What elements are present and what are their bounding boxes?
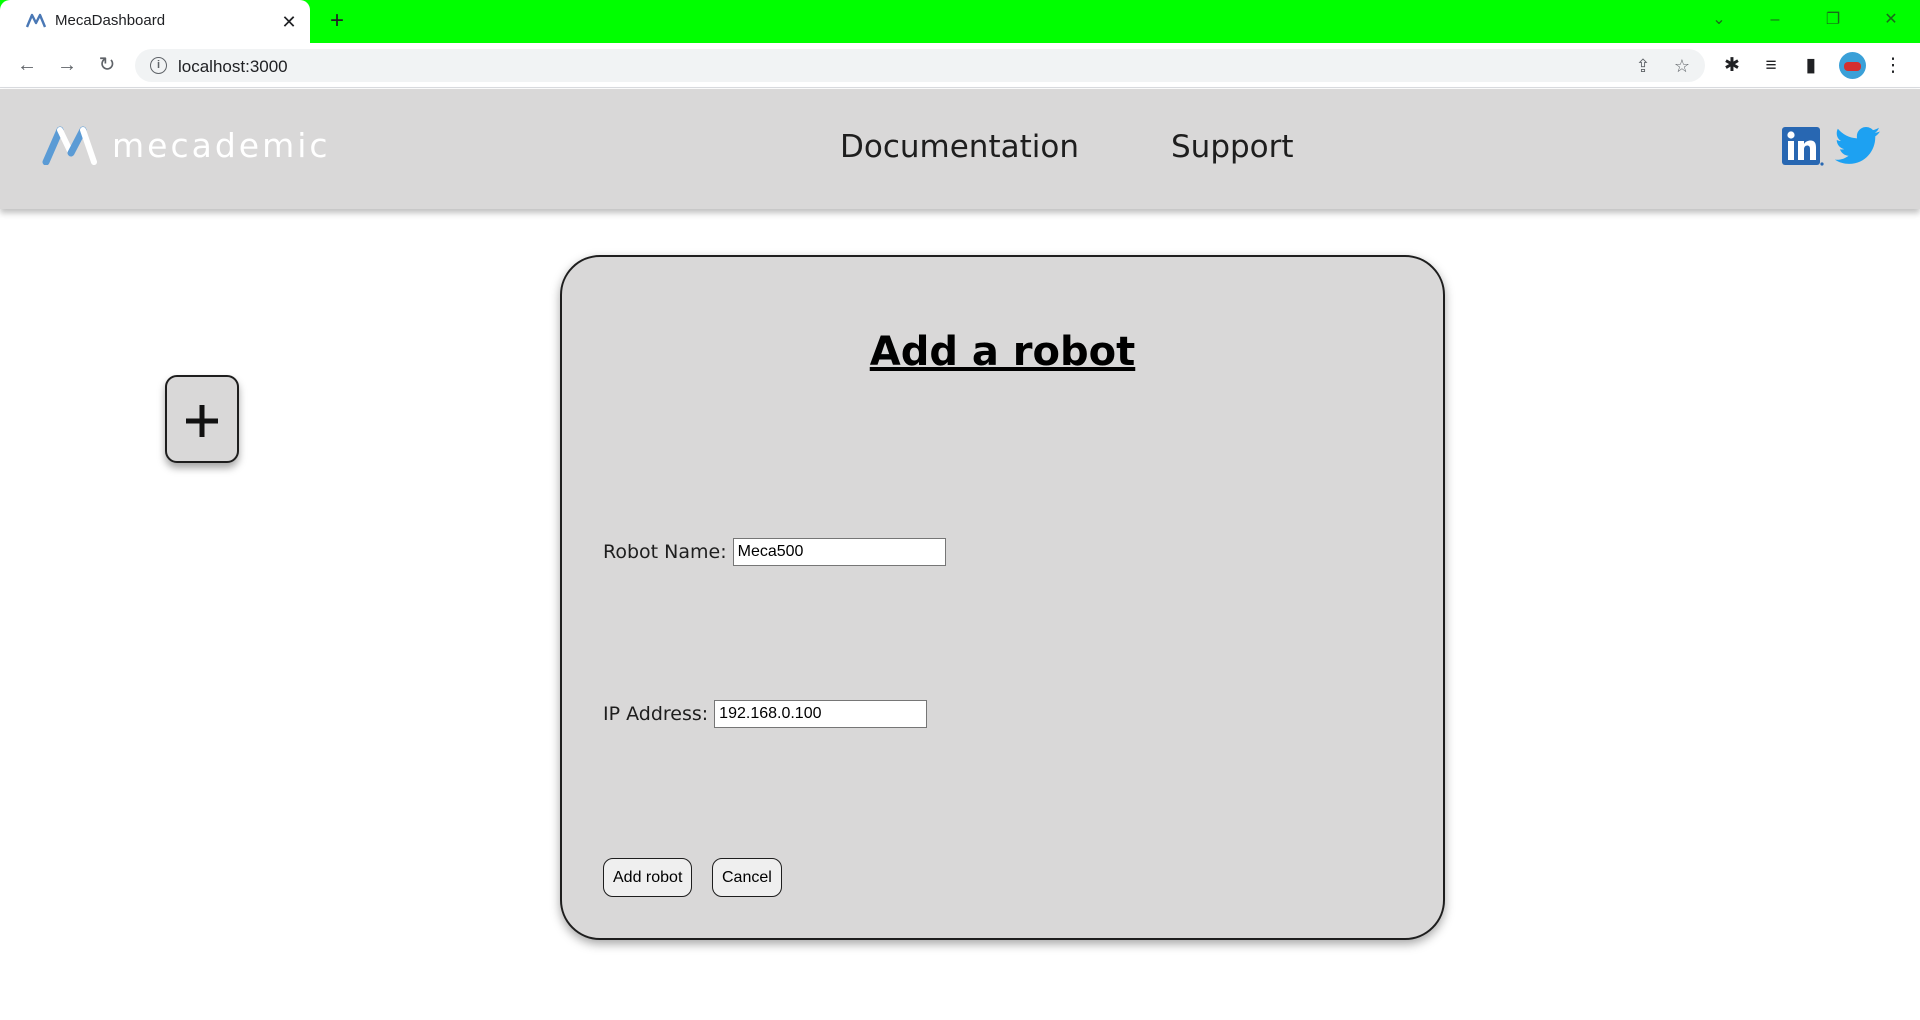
dialog-title: Add a robot bbox=[869, 329, 1136, 375]
robot-name-row: Robot Name: bbox=[603, 538, 946, 566]
add-robot-tile[interactable] bbox=[165, 375, 239, 463]
plus-icon bbox=[186, 405, 218, 437]
extensions-icon[interactable]: ✱ bbox=[1719, 53, 1745, 79]
forward-arrow-icon[interactable]: → bbox=[54, 52, 80, 78]
site-info-icon[interactable]: i bbox=[150, 57, 167, 74]
logo-wordmark: mecademic bbox=[112, 125, 331, 165]
browser-tab[interactable]: MecaDashboard ✕ bbox=[0, 0, 310, 43]
mecademic-favicon-icon bbox=[25, 13, 47, 28]
address-bar[interactable]: i localhost:3000 ⇪ ☆ bbox=[135, 49, 1705, 82]
ip-address-label: IP Address: bbox=[603, 703, 709, 725]
tab-close-icon[interactable]: ✕ bbox=[278, 11, 300, 33]
cancel-button[interactable]: Cancel bbox=[712, 858, 782, 897]
window-close-icon[interactable]: ✕ bbox=[1876, 8, 1906, 32]
mecademic-logo-icon bbox=[42, 126, 97, 165]
new-tab-button[interactable]: + bbox=[325, 9, 349, 34]
reload-icon[interactable]: ↻ bbox=[94, 52, 120, 78]
mecademic-logo[interactable]: mecademic bbox=[42, 125, 331, 165]
tab-search-icon[interactable]: ⌄ bbox=[1704, 8, 1734, 32]
side-panel-icon[interactable]: ▮ bbox=[1798, 53, 1824, 79]
nav-documentation[interactable]: Documentation bbox=[840, 129, 1079, 165]
browser-tab-strip: MecaDashboard ✕ + ⌄ – ❐ ✕ bbox=[0, 0, 1920, 43]
app-header: mecademic Documentation Support bbox=[0, 89, 1920, 209]
restore-icon[interactable]: ❐ bbox=[1818, 8, 1848, 32]
twitter-icon[interactable] bbox=[1835, 125, 1881, 167]
add-robot-button[interactable]: Add robot bbox=[603, 858, 693, 897]
robot-name-label: Robot Name: bbox=[603, 541, 727, 563]
media-control-icon[interactable]: ≡ bbox=[1758, 53, 1784, 79]
browser-toolbar: ← → ↻ i localhost:3000 ⇪ ☆ ✱ ≡ ▮ ⋮ bbox=[0, 43, 1920, 88]
add-robot-dialog: Add a robot Robot Name: IP Address: Add … bbox=[560, 255, 1445, 940]
robot-name-input[interactable] bbox=[732, 538, 946, 566]
profile-avatar[interactable] bbox=[1839, 52, 1866, 79]
nav-support[interactable]: Support bbox=[1171, 129, 1294, 165]
tab-title: MecaDashboard bbox=[55, 12, 166, 29]
share-icon[interactable]: ⇪ bbox=[1632, 55, 1654, 77]
minimize-icon[interactable]: – bbox=[1760, 8, 1790, 32]
ip-address-input[interactable] bbox=[714, 700, 928, 728]
address-url[interactable]: localhost:3000 bbox=[178, 57, 288, 77]
back-arrow-icon[interactable]: ← bbox=[14, 52, 40, 78]
browser-menu-icon[interactable]: ⋮ bbox=[1880, 53, 1906, 79]
ip-address-row: IP Address: bbox=[603, 700, 928, 728]
bookmark-star-icon[interactable]: ☆ bbox=[1671, 55, 1693, 77]
linkedin-icon[interactable] bbox=[1782, 125, 1824, 167]
